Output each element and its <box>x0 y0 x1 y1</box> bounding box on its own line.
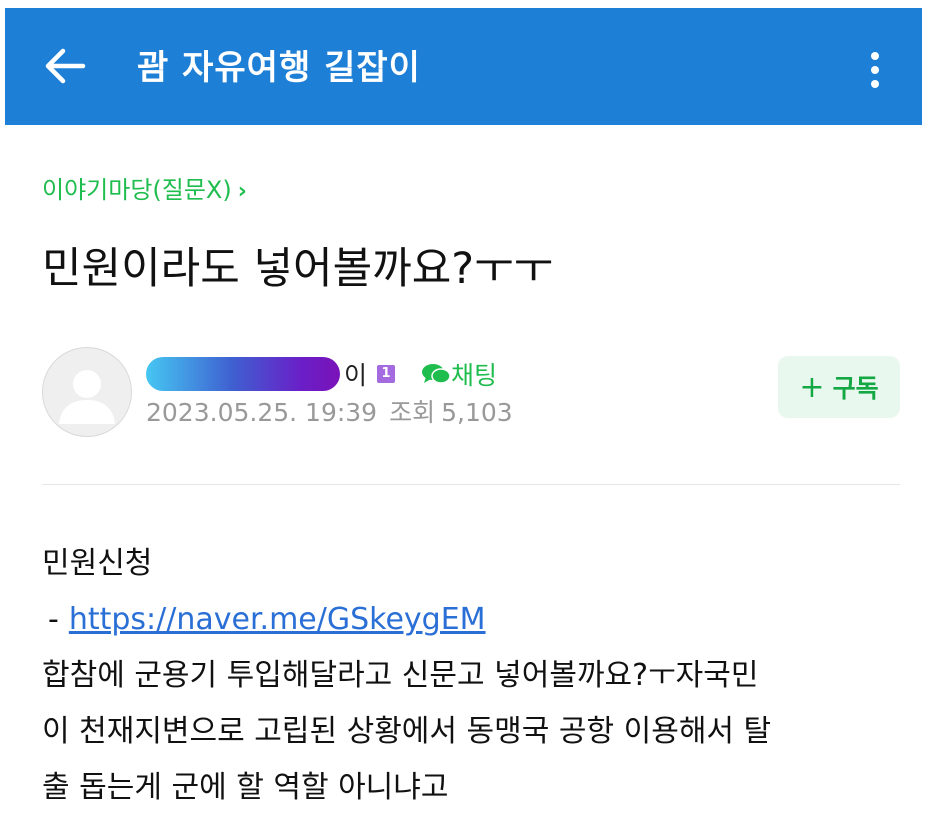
arrow-left-icon <box>45 48 86 84</box>
views-label: 조회 <box>389 398 436 427</box>
category-label: 이야기마당(질문X) <box>42 176 232 204</box>
views-count: 5,103 <box>441 398 513 427</box>
body-link-line: - https://naver.me/GSkeygEM <box>42 592 902 648</box>
chevron-right-icon: › <box>237 179 247 204</box>
chat-button[interactable]: 채팅 <box>421 356 497 392</box>
body-line: 합참에 군용기 투입해달라고 신문고 넣어볼까요?ㅜ자국민 <box>42 658 759 693</box>
author-name-redacted[interactable] <box>146 357 340 391</box>
cafe-title: 괌 자유여행 길잡이 <box>137 48 421 88</box>
default-user-icon <box>59 370 115 424</box>
author-row: 이 1 채팅 <box>146 356 497 392</box>
vertical-dots-icon <box>871 52 879 60</box>
post-title: 민원이라도 넣어볼까요?ㅜㅜ <box>42 244 554 294</box>
body-line: 민원신청 <box>42 546 153 581</box>
post-body: 민원신청 - https://naver.me/GSkeygEM 합참에 군용기 … <box>42 536 902 816</box>
chat-label: 채팅 <box>451 361 498 390</box>
more-options-button[interactable] <box>860 46 890 102</box>
author-name-suffix: 이 <box>344 361 368 390</box>
divider <box>42 484 900 485</box>
post-date: 2023.05.25. 19:39 <box>146 398 378 427</box>
chat-bubble-icon <box>422 364 451 384</box>
subscribe-button[interactable]: + 구독 <box>778 356 900 418</box>
back-button[interactable] <box>39 44 91 88</box>
body-line: 이 천재지변으로 고립된 상황에서 동맹국 공항 이용해서 탈 <box>42 714 772 749</box>
member-level-badge: 1 <box>377 365 396 383</box>
petition-link[interactable]: https://naver.me/GSkeygEM <box>69 602 486 637</box>
app-bar: 괌 자유여행 길잡이 <box>5 8 922 125</box>
category-link[interactable]: 이야기마당(질문X) › <box>42 174 247 208</box>
body-line: 출 돕는게 군에 할 역할 아니냐고 <box>42 770 449 805</box>
link-prefix: - <box>48 602 59 637</box>
avatar[interactable] <box>42 347 132 437</box>
plus-icon: + <box>799 369 825 405</box>
subscribe-label: 구독 <box>832 374 879 403</box>
post-meta: 2023.05.25. 19:39 조회 5,103 <box>146 396 513 430</box>
